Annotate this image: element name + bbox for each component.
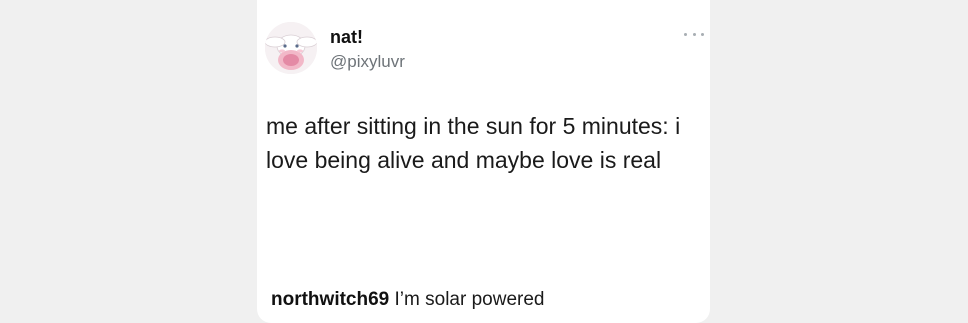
comment: northwitch69 I’m solar powered [271, 289, 544, 311]
comment-text: I’m solar powered [394, 289, 545, 310]
dot [692, 32, 696, 36]
dot [701, 32, 704, 36]
display-name[interactable]: nat! [330, 27, 363, 48]
dot [684, 32, 687, 36]
tweet-text: me after sitting in the sun for 5 minute… [266, 113, 681, 173]
comment-username[interactable]: northwitch69 [271, 289, 389, 310]
cinnamoroll-avatar-icon [265, 22, 317, 74]
avatar[interactable] [265, 22, 317, 74]
user-handle[interactable]: @pixyluvr [330, 52, 405, 72]
tweet-screenshot-card: nat! @pixyluvr me after sitting in the s… [257, 0, 710, 323]
more-options-icon[interactable] [684, 30, 704, 38]
